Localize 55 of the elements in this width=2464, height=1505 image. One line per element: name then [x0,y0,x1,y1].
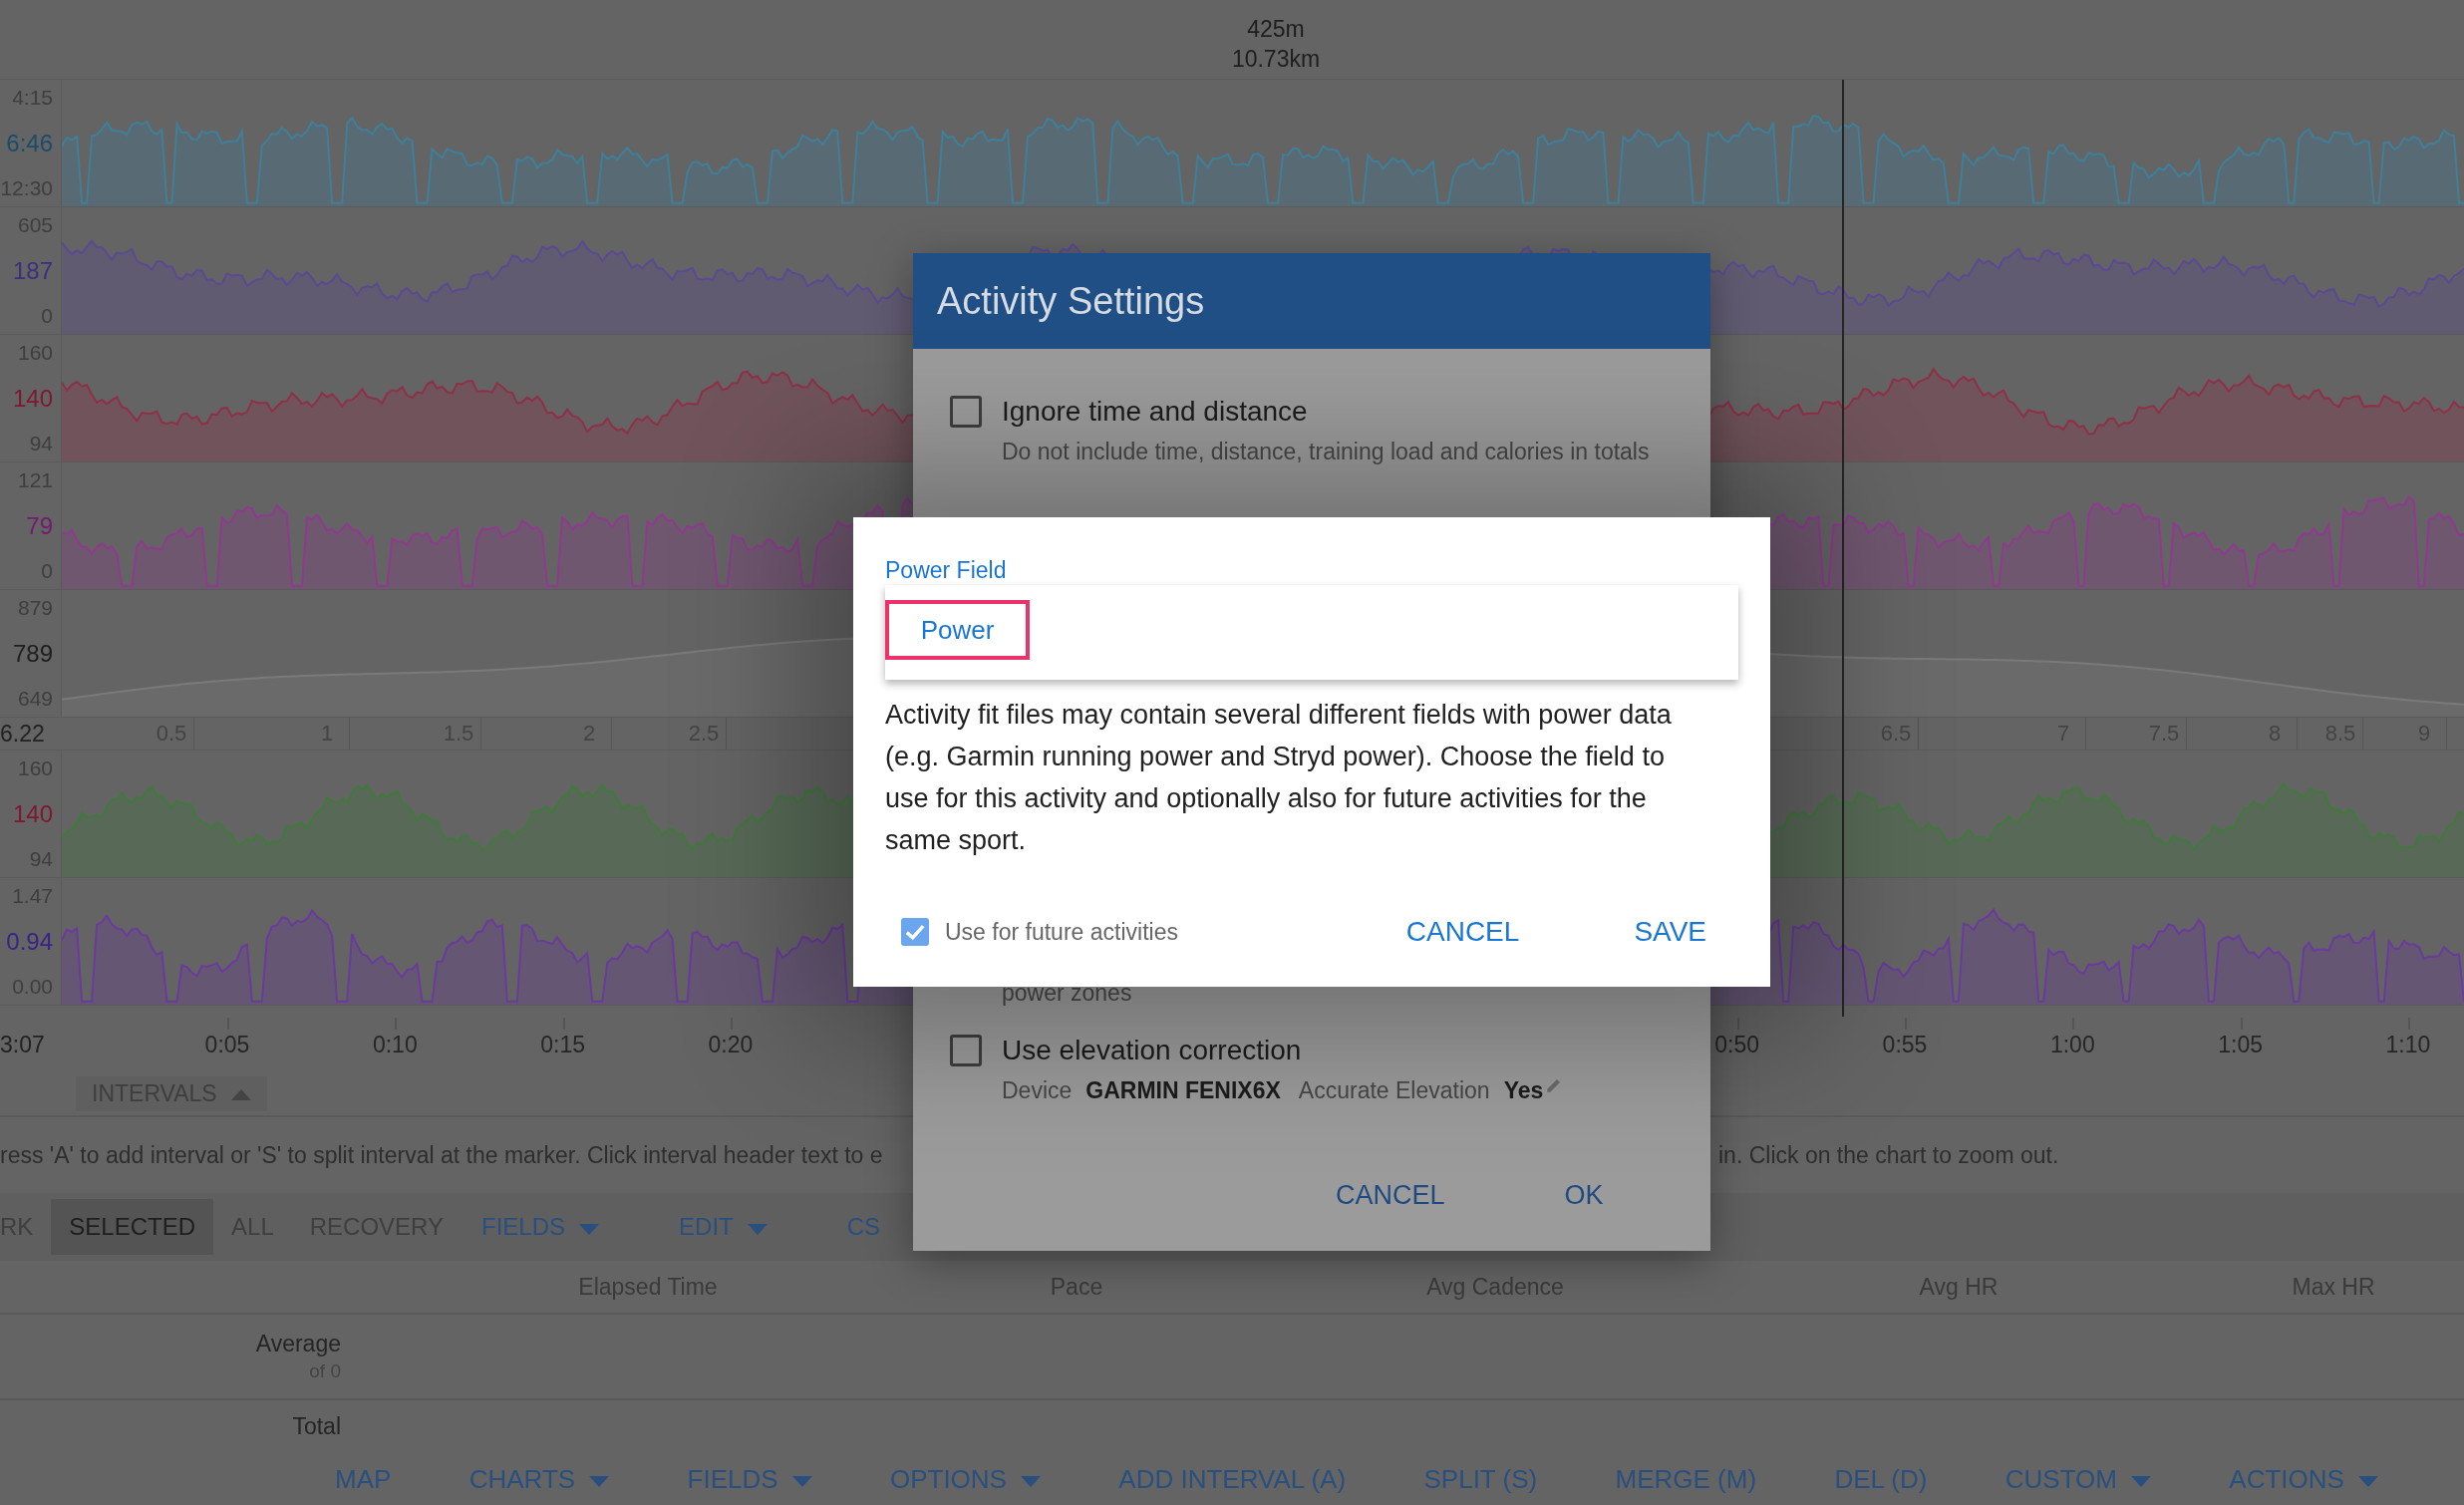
dialog-title: Activity Settings [937,279,1205,323]
axis-label: 0.94 [6,929,53,954]
axis-label: 0:20 [708,1031,754,1059]
axis-label: 6:46 [6,131,53,155]
option-label: Use elevation correction [1002,1034,1303,1067]
menu-button[interactable]: CS [836,1213,891,1241]
toolbar-button[interactable]: ADD INTERVAL (A) [1112,1459,1353,1499]
dialog-button[interactable]: SAVE [1624,908,1716,956]
dialog-button[interactable]: CANCEL [1395,908,1530,956]
stat-value: 425m [1247,15,1305,44]
field-label: Power Field [885,556,1007,585]
detail-label: Accurate Elevation [1298,1076,1490,1105]
axis-label: 789 [12,641,53,666]
checkbox-label: Use for future activities [945,918,1178,946]
option-label: Ignore time and distance [1002,395,1309,429]
axis-label: 0:05 [204,1031,250,1059]
toolbar-button[interactable]: FIELDS [681,1459,818,1499]
axis-label: 1:05 [2218,1031,2263,1059]
axis-label: 140 [12,386,53,411]
row-label: Total [292,1412,341,1441]
option-description: Do not include time, distance, training load and calories in totals [1002,438,1650,466]
detail-value: Yes [1503,1076,1544,1105]
axis-label: 0:15 [540,1031,585,1059]
toolbar-button[interactable]: MAP [329,1459,398,1499]
detail-label: Device [1002,1076,1073,1105]
selected-option[interactable]: Power [885,600,1030,660]
dropdown-field[interactable]: Power [885,585,1738,680]
checkbox[interactable] [901,918,929,946]
toolbar-button[interactable]: DEL (D) [1828,1459,1934,1499]
axis-label: 6.22 [0,720,45,748]
checkbox[interactable] [950,396,982,428]
detail-value: GARMIN FENIX6X [1085,1076,1281,1105]
axis-label: 3:07 [0,1031,45,1059]
axis-label: 1:00 [2049,1031,2095,1059]
checkbox[interactable] [950,1035,982,1066]
dialog-button[interactable]: OK [1554,1171,1614,1219]
axis-label: 0:55 [1882,1031,1928,1059]
toolbar-button[interactable]: OPTIONS [883,1459,1047,1499]
toolbar-button[interactable]: CUSTOM [1999,1459,2157,1499]
caret-icon [230,1088,251,1101]
toolbar-button[interactable]: SPLIT (S) [1417,1459,1544,1499]
axis-label: 140 [12,801,53,826]
option-description: power zones [1002,979,1132,1008]
toolbar-button[interactable]: MERGE (M) [1609,1459,1763,1499]
stat-value: 10.73km [1231,45,1321,74]
toolbar-button[interactable]: ACTIONS [2223,1459,2384,1499]
axis-label: 0:10 [372,1031,418,1059]
axis-label: 79 [26,513,53,538]
dialog-button[interactable]: CANCEL [1326,1171,1455,1219]
toolbar-button[interactable]: CHARTS [462,1459,616,1499]
axis-label: 0:50 [1714,1031,1760,1059]
description-text: Activity fit files may contain several different fields with power data (e.g. Garmin running power and Stryd power). Choose the field to use for this activity and optionally also for future activities for the same sport. [885,699,1673,857]
row-label: Average [255,1330,341,1358]
menu-button[interactable]: FIELDS [471,1213,610,1241]
axis-label: 1:10 [2385,1031,2431,1059]
